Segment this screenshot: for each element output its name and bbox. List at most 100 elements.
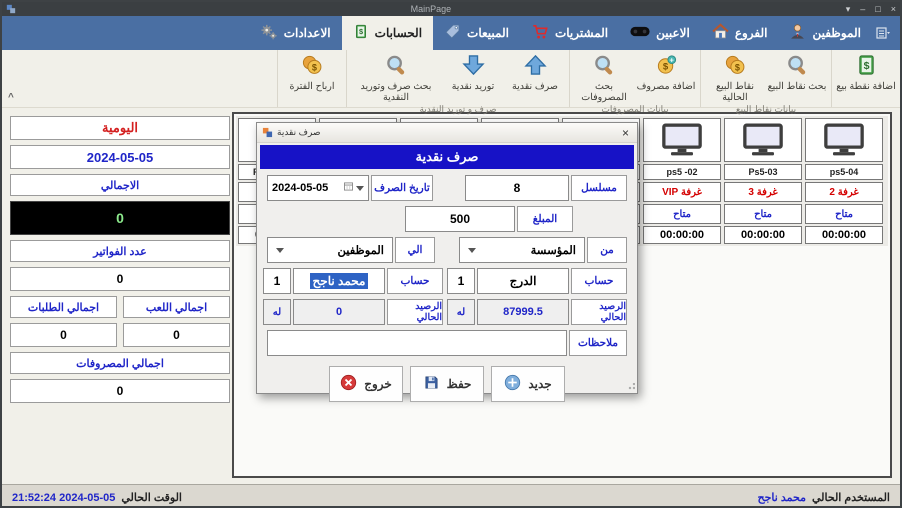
amount-field[interactable]: 500 <box>405 206 515 232</box>
ribbon-item-period-profits[interactable]: $ ارباح الفترة <box>281 50 343 93</box>
ribbon-item-cash-in[interactable]: توريد نقدية <box>442 50 504 93</box>
from-account-field[interactable]: الدرج <box>477 268 569 294</box>
to-combobox-value: الموظفين <box>338 243 384 257</box>
station-timer: 00:00:00 <box>805 226 883 244</box>
to-account-number[interactable]: 1 <box>263 268 291 294</box>
tab-purchases-label: المشتريات <box>555 26 608 40</box>
station-card[interactable]: ps5-04 غرفة 2 متاح 00:00:00 <box>805 118 883 244</box>
ribbon-group-caption: بيانات المصروفات <box>573 104 697 115</box>
new-button[interactable]: جديد <box>491 366 565 402</box>
current-time-group: الوقت الحالي 2024-05-05 21:52:24 <box>12 491 182 504</box>
date-picker-value: 2024-05-05 <box>272 182 328 194</box>
from-balance-side: له <box>447 299 475 325</box>
to-combobox[interactable]: الموظفين <box>267 237 393 263</box>
tab-purchases[interactable]: المشتريات <box>520 16 619 50</box>
notes-label: ملاحظات <box>569 330 627 356</box>
minimize-button[interactable]: – <box>860 2 865 16</box>
tab-sales[interactable]: المبيعات <box>433 16 520 50</box>
from-account-number[interactable]: 1 <box>447 268 475 294</box>
tab-employees-label: الموظفين <box>812 26 861 40</box>
station-name: ps5 -02 <box>643 164 721 180</box>
window-list-icon[interactable] <box>872 16 894 50</box>
home-icon <box>712 23 729 43</box>
to-balance-side: له <box>263 299 291 325</box>
ribbon-item-search-cash[interactable]: بحث صرف وتوريد النقدية <box>350 50 442 104</box>
exit-button-label: خروج <box>364 377 392 391</box>
dialog-icon <box>262 127 273 138</box>
notes-field[interactable] <box>267 330 567 356</box>
station-room: غرفة 2 <box>805 182 883 202</box>
new-button-label: جديد <box>528 377 551 391</box>
ribbon-item-current-pos[interactable]: $ نقاط البيع الحالية <box>704 50 766 104</box>
current-time-value: 2024-05-05 21:52:24 <box>12 492 115 504</box>
chevron-down-icon <box>468 248 476 253</box>
tab-accounts[interactable]: الحسابات $ <box>342 16 433 50</box>
tab-sales-label: المبيعات <box>467 26 509 40</box>
ribbon-item-add-pos[interactable]: $ اضافة نقطة بيع <box>835 50 897 93</box>
search-icon <box>593 53 616 81</box>
coins-icon: $ <box>724 53 747 81</box>
station-status: متاح <box>643 204 721 224</box>
monitor-icon <box>724 118 802 162</box>
current-user-value: محمد ناجح <box>757 491 806 504</box>
cash-disbursement-dialog: صرف نقدية × صرف نقدية مسلسل 8 تاريخ الصر… <box>256 122 638 394</box>
svg-text:$: $ <box>359 27 363 36</box>
tab-settings-label: الاعدادات <box>284 26 331 40</box>
chevron-down-icon <box>356 186 364 191</box>
search-icon <box>786 53 809 81</box>
ribbon-group-expenses: $+ اضافة مصروف بحث المصروفات بيانات المص… <box>569 50 700 107</box>
orders-total-value: 0 <box>10 323 117 347</box>
to-balance-value: 0 <box>293 299 385 325</box>
tab-employees[interactable]: الموظفين <box>778 16 872 50</box>
date-picker[interactable]: 2024-05-05 <box>267 175 369 201</box>
tab-settings[interactable]: الاعدادات <box>249 16 342 50</box>
app-icon <box>6 4 16 14</box>
ribbon-group-profits: $ ارباح الفترة <box>277 50 346 107</box>
exit-button[interactable]: خروج <box>329 366 403 402</box>
serial-field[interactable]: 8 <box>465 175 569 201</box>
ribbon-item-label: ارباح الفترة <box>290 82 335 93</box>
titlebar-menu-caret[interactable]: ▾ <box>846 2 851 16</box>
from-combobox[interactable]: المؤسسة <box>459 237 585 263</box>
station-room: غرفة VIP <box>643 182 721 202</box>
amount-label: المبلغ <box>517 206 573 232</box>
ribbon-item-add-expense[interactable]: $+ اضافة مصروف <box>635 50 697 93</box>
from-account-label: حساب <box>571 268 627 294</box>
station-timer: 00:00:00 <box>643 226 721 244</box>
from-label: من <box>587 237 627 263</box>
station-card[interactable]: Ps5-03 غرفة 3 متاح 00:00:00 <box>724 118 802 244</box>
ribbon-item-label: بحث نقاط البيع <box>768 82 827 93</box>
station-name: Ps5-03 <box>724 164 802 180</box>
station-card[interactable]: ps5 -02 غرفة VIP متاح 00:00:00 <box>643 118 721 244</box>
close-button[interactable]: × <box>891 2 896 16</box>
dialog-title: صرف نقدية <box>277 127 321 138</box>
gears-icon <box>260 23 278 44</box>
svg-text:+: + <box>669 56 674 65</box>
dialog-header-banner: صرف نقدية <box>260 145 634 169</box>
menu-bar: الموظفين الفروع الاعبين المشتريات المبيع… <box>2 16 900 50</box>
selected-text: محمد ناجح <box>310 273 369 289</box>
dialog-title-bar: صرف نقدية × <box>257 123 637 143</box>
tab-players[interactable]: الاعبين <box>619 16 701 50</box>
ribbon-item-cash-out[interactable]: صرف نقدية <box>504 50 566 93</box>
invoices-label: عدد الفواتير <box>10 240 230 262</box>
ribbon-item-search-expenses[interactable]: بحث المصروفات <box>573 50 635 104</box>
ribbon-collapse-chevron[interactable]: ^ <box>8 92 14 103</box>
dialog-close-icon[interactable]: × <box>619 127 632 139</box>
ribbon-item-search-pos[interactable]: بحث نقاط البيع <box>766 50 828 93</box>
save-button[interactable]: حفظ <box>410 366 484 402</box>
to-account-field[interactable]: محمد ناجح <box>293 268 385 294</box>
daily-title: اليومية <box>10 116 230 140</box>
maximize-button[interactable]: □ <box>875 2 880 16</box>
total-label: الاجمالي <box>10 174 230 196</box>
coins-icon: $ <box>301 53 324 81</box>
resize-grip[interactable] <box>627 383 635 391</box>
play-total-value: 0 <box>123 323 230 347</box>
search-icon <box>385 53 408 81</box>
daily-date: 2024-05-05 <box>10 145 230 169</box>
ribbon-group-caption: صرف و توريد النقدية <box>350 104 566 115</box>
ribbon: $ اضافة نقطة بيع بحث نقاط البيع $ نقاط ا… <box>2 50 900 108</box>
tab-branches[interactable]: الفروع <box>701 16 779 50</box>
status-bar: المستخدم الحالي محمد ناجح الوقت الحالي 2… <box>2 484 900 508</box>
play-total-label: اجمالي اللعب <box>123 296 230 318</box>
